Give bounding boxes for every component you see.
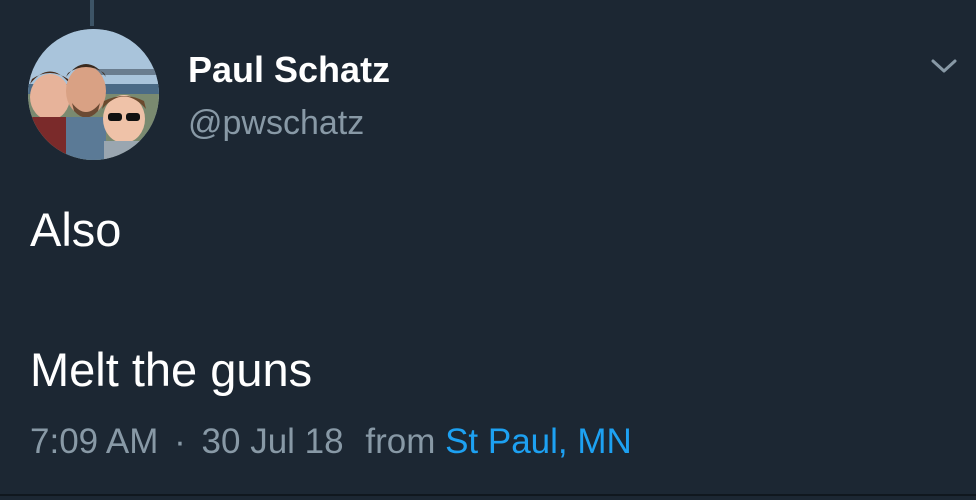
avatar[interactable] [28,29,159,160]
tweet-text: Also Melt the guns [30,200,930,400]
tweet-line: Melt the guns [30,343,313,396]
divider [0,494,976,496]
meta-separator: · [174,422,186,461]
from-label: from [365,422,436,461]
location-link[interactable]: St Paul, MN [445,422,632,461]
tweet-date[interactable]: 30 Jul 18 [202,422,344,461]
chevron-down-icon[interactable] [928,54,960,78]
author-display-name[interactable]: Paul Schatz [188,48,390,92]
author-handle[interactable]: @pwschatz [188,102,364,144]
profile-photo-icon [28,29,159,160]
tweet-time[interactable]: 7:09 AM [30,422,158,461]
tweet-line: Also [30,203,122,256]
tweet-meta: 7:09 AM · 30 Jul 18 from St Paul, MN [30,420,632,464]
thread-connector-line [90,0,94,26]
